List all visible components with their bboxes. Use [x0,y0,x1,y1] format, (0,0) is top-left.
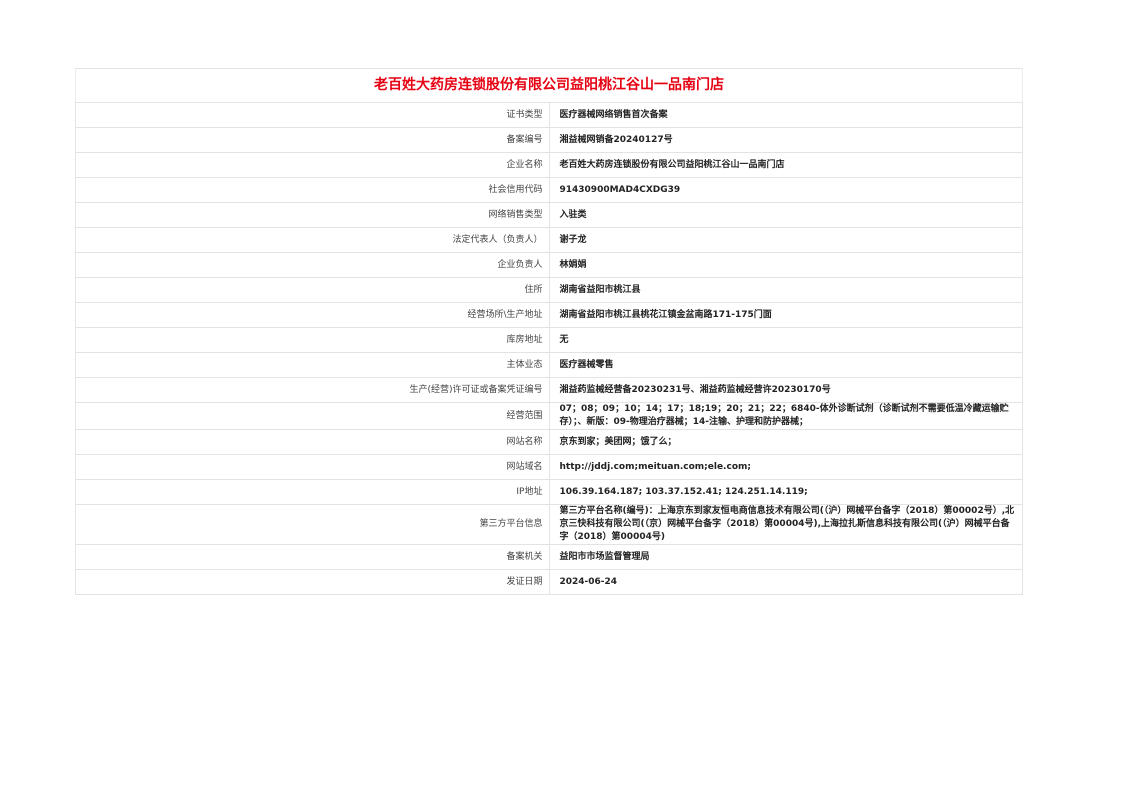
filing-authority-label: 备案机关 [75,544,550,570]
company-name-label: 企业名称 [75,152,550,178]
business-scope-value: 07；08；09；10；14；17；18;19；20；21；22；6840-体外… [548,402,1023,430]
business-address-label: 经营场所\生产地址 [75,302,550,328]
business-format-label: 主体业态 [75,352,550,378]
table-row: 发证日期 2024-06-24 [75,569,1023,595]
residence-label: 住所 [75,277,550,303]
residence-value: 湖南省益阳市桃江县 [548,277,1023,303]
sales-type-value: 入驻类 [548,202,1023,228]
table-row: 备案编号 湘益械网销备20240127号 [75,127,1023,153]
website-domain-label: 网站域名 [75,454,550,480]
table-row: 经营范围 07；08；09；10；14；17；18;19；20；21；22；68… [75,402,1023,430]
business-format-value: 医疗器械零售 [548,352,1023,378]
table-row: 企业名称 老百姓大药房连锁股份有限公司益阳桃江谷山一品南门店 [75,152,1023,178]
sales-type-label: 网络销售类型 [75,202,550,228]
table-row: 备案机关 益阳市市场监督管理局 [75,544,1023,570]
warehouse-address-value: 无 [548,327,1023,353]
record-table: 老百姓大药房连锁股份有限公司益阳桃江谷山一品南门店 证书类型 医疗器械网络销售首… [75,68,1023,595]
issue-date-value: 2024-06-24 [548,569,1023,595]
license-number-value: 湘益药监械经营备20230231号、湘益药监械经营许20230170号 [548,377,1023,403]
table-row: 企业负责人 林娟娟 [75,252,1023,278]
table-row: 网络销售类型 入驻类 [75,202,1023,228]
issue-date-label: 发证日期 [75,569,550,595]
credit-code-value: 91430900MAD4CXDG39 [548,177,1023,203]
company-head-value: 林娟娟 [548,252,1023,278]
license-number-label: 生产(经营)许可证或备案凭证编号 [75,377,550,403]
third-party-platform-value: 第三方平台名称(编号)：上海京东到家友恒电商信息技术有限公司(（沪）网械平台备字… [548,504,1023,545]
table-row: 生产(经营)许可证或备案凭证编号 湘益药监械经营备20230231号、湘益药监械… [75,377,1023,403]
third-party-platform-label: 第三方平台信息 [75,504,550,545]
title-row: 老百姓大药房连锁股份有限公司益阳桃江谷山一品南门店 [75,68,1023,103]
page-title: 老百姓大药房连锁股份有限公司益阳桃江谷山一品南门店 [75,68,1023,103]
table-row: 社会信用代码 91430900MAD4CXDG39 [75,177,1023,203]
website-domain-value: http://jddj.com;meituan.com;ele.com; [548,454,1023,480]
ip-address-label: IP地址 [75,479,550,505]
ip-address-value: 106.39.164.187; 103.37.152.41; 124.251.1… [548,479,1023,505]
table-row: 库房地址 无 [75,327,1023,353]
legal-representative-value: 谢子龙 [548,227,1023,253]
filing-authority-value: 益阳市市场监督管理局 [548,544,1023,570]
table-row: 主体业态 医疗器械零售 [75,352,1023,378]
business-address-value: 湖南省益阳市桃江县桃花江镇金盆南路171-175门面 [548,302,1023,328]
website-name-value: 京东到家；美团网；饿了么； [548,429,1023,455]
table-row: 第三方平台信息 第三方平台名称(编号)：上海京东到家友恒电商信息技术有限公司(（… [75,504,1023,545]
filing-number-label: 备案编号 [75,127,550,153]
table-row: IP地址 106.39.164.187; 103.37.152.41; 124.… [75,479,1023,505]
table-row: 证书类型 医疗器械网络销售首次备案 [75,102,1023,128]
table-row: 网站名称 京东到家；美团网；饿了么； [75,429,1023,455]
company-name-value: 老百姓大药房连锁股份有限公司益阳桃江谷山一品南门店 [548,152,1023,178]
website-name-label: 网站名称 [75,429,550,455]
warehouse-address-label: 库房地址 [75,327,550,353]
legal-representative-label: 法定代表人（负责人） [75,227,550,253]
business-scope-label: 经营范围 [75,402,550,430]
certificate-type-value: 医疗器械网络销售首次备案 [548,102,1023,128]
company-head-label: 企业负责人 [75,252,550,278]
credit-code-label: 社会信用代码 [75,177,550,203]
table-row: 经营场所\生产地址 湖南省益阳市桃江县桃花江镇金盆南路171-175门面 [75,302,1023,328]
table-row: 网站域名 http://jddj.com;meituan.com;ele.com… [75,454,1023,480]
filing-number-value: 湘益械网销备20240127号 [548,127,1023,153]
table-row: 住所 湖南省益阳市桃江县 [75,277,1023,303]
certificate-type-label: 证书类型 [75,102,550,128]
table-row: 法定代表人（负责人） 谢子龙 [75,227,1023,253]
